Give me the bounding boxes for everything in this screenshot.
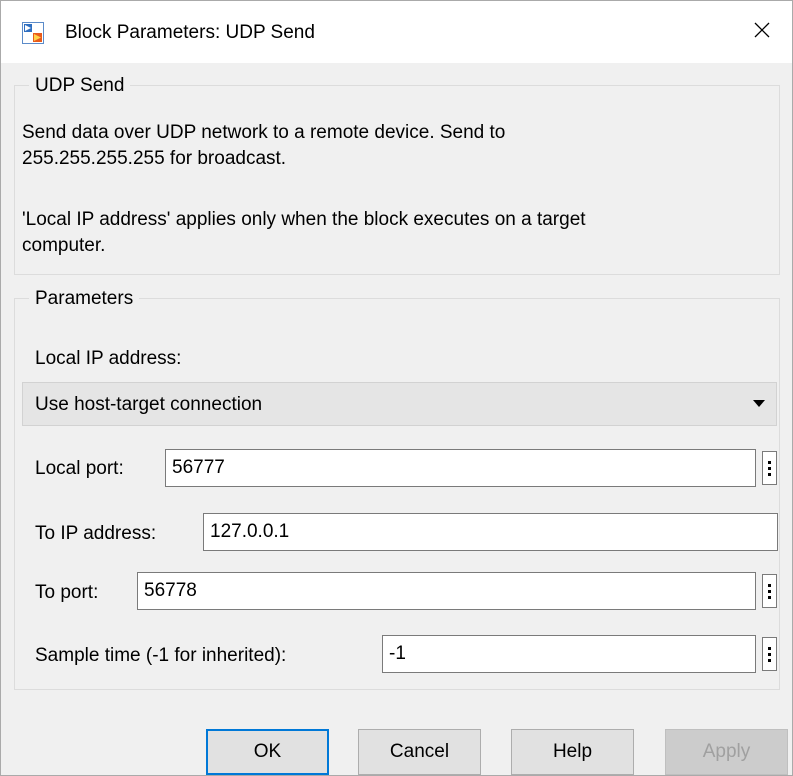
block-description: Send data over UDP network to a remote d… — [22, 120, 505, 172]
to-port-field[interactable] — [137, 572, 756, 610]
to-port-options-button[interactable] — [762, 574, 777, 608]
note-line-1: 'Local IP address' applies only when the… — [22, 209, 586, 230]
sample-time-input[interactable] — [383, 636, 755, 672]
close-button[interactable] — [732, 1, 792, 63]
to-ip-label: To IP address: — [35, 523, 157, 544]
local-ip-label: Local IP address: — [35, 348, 182, 369]
local-port-field[interactable] — [165, 449, 756, 487]
description-line-1: Send data over UDP network to a remote d… — [22, 122, 506, 143]
note-line-2: computer. — [22, 235, 106, 256]
local-ip-dropdown[interactable]: Use host-target connection — [22, 382, 777, 426]
sample-time-options-button[interactable] — [762, 637, 777, 671]
description-line-2: 255.255.255.255 for broadcast. — [22, 148, 287, 169]
apply-button: Apply — [665, 729, 788, 775]
to-ip-field[interactable] — [203, 513, 778, 551]
cancel-button[interactable]: Cancel — [358, 729, 481, 775]
ok-button[interactable]: OK — [206, 729, 329, 775]
chevron-down-icon — [753, 400, 765, 407]
local-port-input[interactable] — [166, 450, 755, 486]
local-port-options-button[interactable] — [762, 451, 777, 485]
local-port-label: Local port: — [35, 458, 124, 479]
to-ip-input[interactable] — [204, 514, 777, 550]
block-note: 'Local IP address' applies only when the… — [22, 207, 586, 259]
to-port-label: To port: — [35, 582, 99, 603]
window-title: Block Parameters: UDP Send — [65, 22, 315, 43]
local-ip-selected: Use host-target connection — [35, 394, 263, 415]
help-button[interactable]: Help — [511, 729, 634, 775]
close-icon — [753, 21, 771, 44]
to-port-input[interactable] — [138, 573, 755, 609]
group-legend-parameters: Parameters — [29, 287, 140, 311]
sample-time-label: Sample time (-1 for inherited): — [35, 645, 287, 666]
block-parameters-dialog: Block Parameters: UDP Send UDP Send Send… — [0, 0, 793, 776]
simulink-block-icon — [22, 22, 44, 44]
group-legend-block: UDP Send — [29, 74, 131, 98]
sample-time-field[interactable] — [382, 635, 756, 673]
title-bar: Block Parameters: UDP Send — [1, 1, 792, 63]
